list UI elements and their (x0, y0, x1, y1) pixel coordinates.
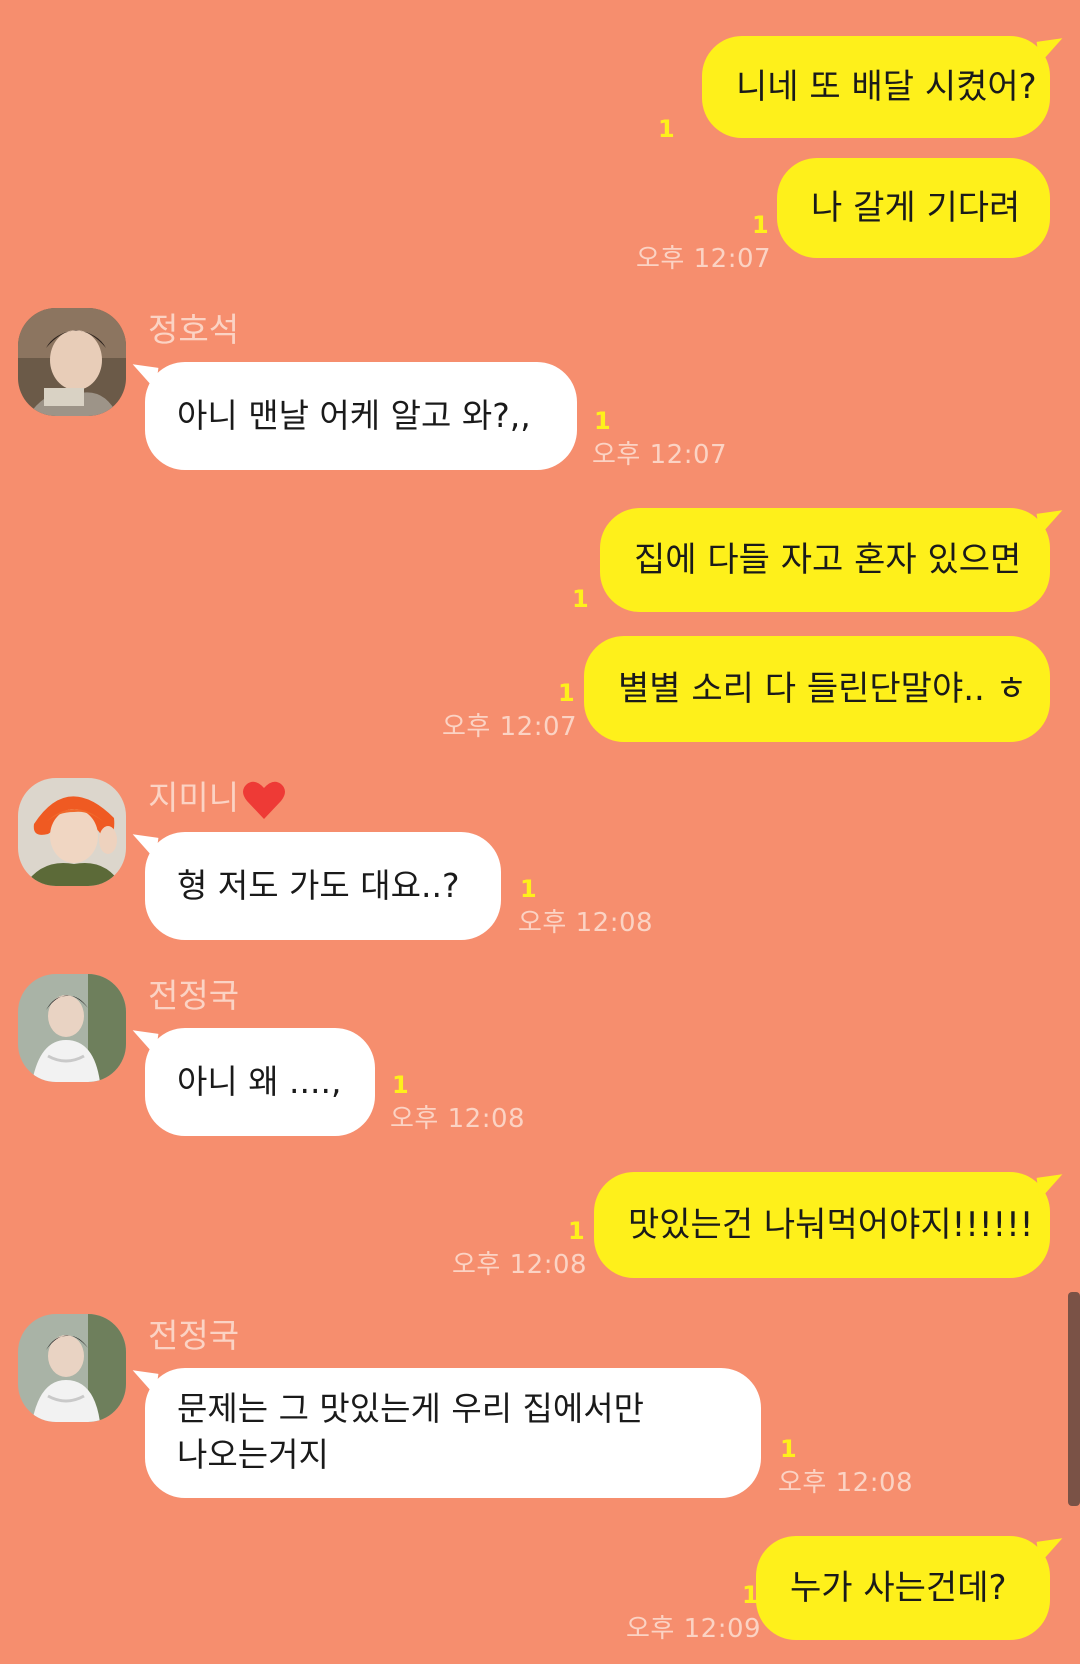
message-bubble-mine[interactable]: 누가 사는건데? (756, 1536, 1050, 1640)
message-bubble-mine[interactable]: 나 갈게 기다려 (777, 158, 1050, 258)
unread-count: 1 (392, 1071, 409, 1099)
message-timestamp: 오후 12:07 (636, 244, 772, 274)
avatar[interactable] (18, 1314, 126, 1422)
message-text: 문제는 그 맛있는게 우리 집에서만 나오는거지 (177, 1386, 644, 1478)
avatar-photo-jungkook (18, 1314, 126, 1422)
unread-count: 1 (658, 115, 675, 143)
message-text-line: 나오는거지 (177, 1435, 329, 1474)
avatar-photo-jimin (18, 778, 126, 886)
sender-name: 전정국 (148, 1316, 240, 1355)
sender-name: 정호석 (148, 310, 240, 349)
message-bubble-mine[interactable]: 별별 소리 다 들린단말야.. ㅎ (584, 636, 1050, 742)
avatar[interactable] (18, 778, 126, 886)
message-text: 집에 다들 자고 혼자 있으면 (634, 540, 1022, 580)
message-timestamp: 오후 12:08 (518, 908, 654, 938)
message-timestamp: 오후 12:08 (778, 1468, 914, 1498)
message-text: 아니 왜 ...., (177, 1062, 342, 1101)
message-bubble-theirs[interactable]: 아니 왜 ...., (145, 1028, 375, 1136)
message-text: 맛있는건 나눠먹어야지!!!!!! (628, 1205, 1034, 1245)
scrollbar[interactable] (1068, 1292, 1080, 1506)
heart-icon (243, 781, 286, 819)
sender-name: 지미니 (148, 778, 287, 821)
unread-count: 1 (568, 1217, 585, 1245)
avatar-photo-hoseok (18, 308, 126, 416)
message-bubble-mine[interactable]: 집에 다들 자고 혼자 있으면 (600, 508, 1050, 612)
message-text: 누가 사는건데? (790, 1568, 1007, 1608)
unread-count: 1 (594, 407, 611, 435)
message-text: 나 갈게 기다려 (811, 188, 1021, 228)
message-timestamp: 오후 12:07 (442, 712, 578, 742)
avatar-photo-jungkook (18, 974, 126, 1082)
message-timestamp: 오후 12:08 (452, 1250, 588, 1280)
unread-count: 1 (780, 1435, 797, 1463)
message-bubble-theirs[interactable]: 형 저도 가도 대요..? (145, 832, 501, 940)
message-timestamp: 오후 12:08 (390, 1104, 526, 1134)
unread-count: 1 (752, 211, 769, 239)
chat-area[interactable]: 니네 또 배달 시켰어? 1 나 갈게 기다려 1 오후 12:07 정호석 아… (0, 0, 1080, 1664)
sender-name: 전정국 (148, 976, 240, 1015)
sender-name-text: 지미니 (148, 778, 240, 817)
message-text-line: 문제는 그 맛있는게 우리 집에서만 (177, 1389, 644, 1428)
message-bubble-theirs[interactable]: 문제는 그 맛있는게 우리 집에서만 나오는거지 (145, 1368, 761, 1498)
message-bubble-mine[interactable]: 니네 또 배달 시켰어? (702, 36, 1050, 138)
unread-count: 1 (572, 585, 589, 613)
message-text: 니네 또 배달 시켰어? (736, 67, 1037, 107)
message-timestamp: 오후 12:09 (626, 1614, 762, 1644)
message-text: 형 저도 가도 대요..? (177, 866, 460, 905)
message-text: 별별 소리 다 들린단말야.. ㅎ (618, 669, 1027, 709)
message-text: 아니 맨날 어케 알고 와?,, (177, 396, 531, 435)
unread-count: 1 (520, 875, 537, 903)
message-bubble-mine[interactable]: 맛있는건 나눠먹어야지!!!!!! (594, 1172, 1050, 1278)
message-timestamp: 오후 12:07 (592, 440, 728, 470)
unread-count: 1 (742, 1581, 759, 1609)
message-bubble-theirs[interactable]: 아니 맨날 어케 알고 와?,, (145, 362, 577, 470)
avatar[interactable] (18, 974, 126, 1082)
avatar[interactable] (18, 308, 126, 416)
unread-count: 1 (558, 679, 575, 707)
